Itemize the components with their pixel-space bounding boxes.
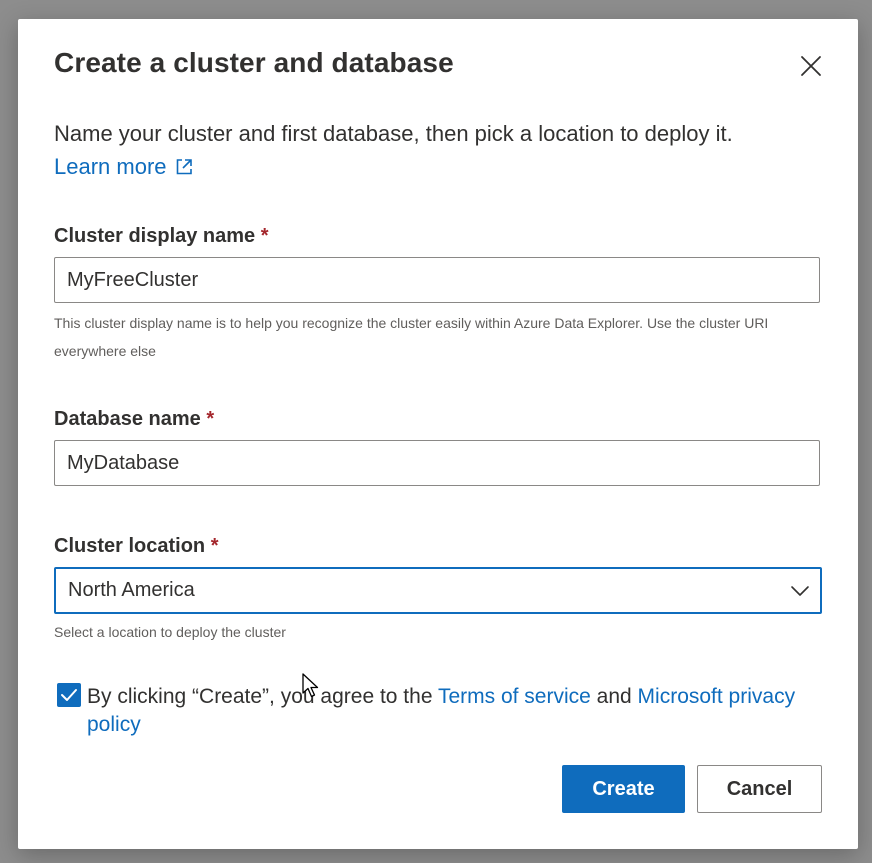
- consent-text-and: and: [590, 685, 638, 708]
- description-text: Name your cluster and first database, th…: [54, 121, 733, 146]
- required-mark: *: [210, 535, 219, 557]
- external-link-icon: [176, 158, 192, 174]
- required-mark: *: [206, 408, 215, 430]
- close-button[interactable]: [796, 51, 826, 81]
- cluster-location-dropdown[interactable]: North America: [54, 567, 822, 614]
- close-icon: [801, 56, 821, 76]
- checkmark-icon: [61, 689, 77, 701]
- cluster-name-label: Cluster display name *: [54, 225, 269, 248]
- dialog-title: Create a cluster and database: [54, 47, 454, 78]
- cluster-name-label-text: Cluster display name: [54, 225, 256, 247]
- cluster-location-selected: North America: [68, 579, 195, 601]
- mouse-pointer-icon: [302, 673, 319, 698]
- cluster-location-label: Cluster location *: [54, 535, 219, 558]
- consent-text-before: By clicking “Create”, you agree to the: [87, 685, 438, 708]
- consent-text: By clicking “Create”, you agree to the T…: [87, 683, 807, 739]
- dialog-description: Name your cluster and first database, th…: [54, 117, 834, 183]
- create-button[interactable]: Create: [562, 765, 685, 813]
- learn-more-label: Learn more: [54, 154, 167, 179]
- database-name-label-text: Database name: [54, 408, 201, 430]
- cluster-location-helper: Select a location to deploy the cluster: [54, 624, 286, 640]
- database-name-input[interactable]: [54, 440, 820, 486]
- terms-of-service-link[interactable]: Terms of service: [438, 685, 591, 708]
- chevron-down-icon: [791, 585, 809, 596]
- create-cluster-dialog: Create a cluster and database Name your …: [18, 19, 858, 849]
- cluster-name-helper: This cluster display name is to help you…: [54, 315, 769, 359]
- consent-checkbox[interactable]: [57, 683, 81, 707]
- required-mark: *: [260, 225, 269, 247]
- cancel-button[interactable]: Cancel: [697, 765, 822, 813]
- database-name-label: Database name *: [54, 408, 214, 431]
- learn-more-link[interactable]: Learn more: [54, 150, 193, 183]
- cluster-location-label-text: Cluster location: [54, 535, 206, 557]
- cluster-name-input[interactable]: [54, 257, 820, 303]
